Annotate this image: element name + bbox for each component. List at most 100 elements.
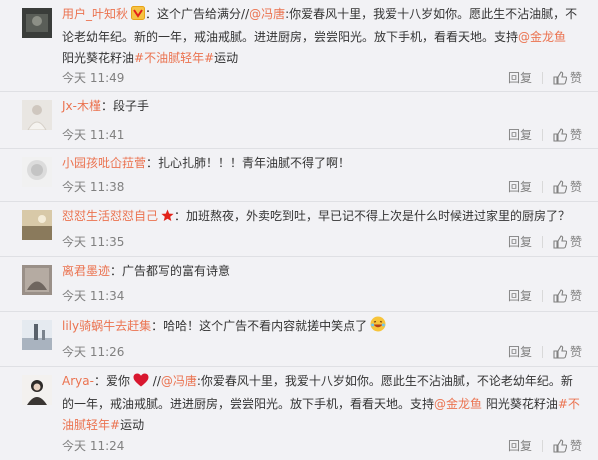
comment-username[interactable]: 小园孩吡仚菈菅: [62, 156, 146, 170]
comment-text: 段子手: [113, 99, 150, 113]
comment-actions: 回复 赞: [508, 69, 582, 87]
comment-meta: 今天 11:34 回复 赞: [62, 287, 582, 305]
comment-content: Arya-：爱你 //@冯唐:你爱春风十里，我爱十八岁如你。愿此生不沾油腻，不论…: [62, 371, 580, 436]
comment-content: 离君墨迹：广告都写的富有诗意: [62, 261, 580, 282]
like-label: 赞: [569, 345, 582, 359]
comment-meta: 今天 11:24 回复 赞: [62, 437, 582, 455]
comment-text: //: [148, 374, 161, 388]
like-button[interactable]: 赞: [553, 233, 582, 251]
comment-item: Jx-木槿：段子手 今天 11:41 回复 赞: [0, 92, 598, 149]
reply-button[interactable]: 回复: [508, 233, 532, 251]
comment-meta: 今天 11:38 回复 赞: [62, 178, 582, 196]
thumbs-up-icon: [553, 128, 567, 142]
divider: [541, 346, 543, 358]
comment-username[interactable]: lily骑蜗牛去赶集: [62, 319, 151, 333]
comment-list: 用户_叶知秋 ：这个广告给满分//@冯唐:你爱春风十里，我爱十八岁如你。愿此生不沾…: [0, 0, 598, 460]
comment-text: 广告都写的富有诗意: [122, 264, 231, 278]
comment-username[interactable]: 离君墨迹: [62, 264, 110, 278]
laughing-emoji-icon: [370, 316, 386, 339]
hashtag-link[interactable]: #不油腻轻年#: [134, 51, 214, 65]
reply-button[interactable]: 回复: [508, 437, 532, 455]
comment-text: 阳光葵花籽油: [62, 51, 135, 65]
comment-time: 今天 11:41: [62, 128, 125, 142]
comment-actions: 回复 赞: [508, 343, 582, 361]
divider: [541, 72, 543, 84]
comment-time: 今天 11:34: [62, 289, 125, 303]
comment-separator: ：: [145, 7, 158, 21]
thumbs-up-icon: [553, 180, 567, 194]
mention-link[interactable]: @冯唐: [161, 374, 197, 388]
like-button[interactable]: 赞: [553, 178, 582, 196]
avatar[interactable]: [22, 100, 52, 130]
comment-time: 今天 11:49: [62, 71, 125, 85]
heart-icon: [133, 373, 149, 394]
comment-username[interactable]: Arya-: [62, 374, 94, 388]
comment-username[interactable]: 怼怼生活怼怼自己: [62, 209, 158, 223]
comment-text: 运动: [120, 418, 145, 432]
divider: [541, 440, 543, 452]
like-label: 赞: [569, 289, 582, 303]
comment-content: 小园孩吡仚菈菅：扎心扎肺！！！青年油腻不得了啊！: [62, 153, 580, 174]
divider: [541, 236, 543, 248]
avatar[interactable]: [22, 8, 52, 38]
comment-text: 扎心扎肺！！！青年油腻不得了啊！: [158, 156, 351, 170]
thumbs-up-icon: [553, 289, 567, 303]
thumbs-up-icon: [553, 71, 567, 85]
comment-separator: ：: [100, 99, 113, 113]
comment-actions: 回复 赞: [508, 178, 582, 196]
comment-time: 今天 11:38: [62, 180, 125, 194]
comment-text: 阳光葵花籽油: [482, 397, 558, 411]
comment-actions: 回复 赞: [508, 437, 582, 455]
comment-separator: ：: [151, 319, 164, 333]
like-label: 赞: [569, 439, 582, 453]
like-button[interactable]: 赞: [553, 343, 582, 361]
divider: [541, 181, 543, 193]
reply-button[interactable]: 回复: [508, 343, 532, 361]
avatar[interactable]: [22, 375, 52, 405]
comment-username[interactable]: 用户_叶知秋: [62, 7, 128, 21]
like-button[interactable]: 赞: [553, 287, 582, 305]
reply-button[interactable]: 回复: [508, 69, 532, 87]
avatar[interactable]: [22, 157, 52, 187]
reply-button[interactable]: 回复: [508, 178, 532, 196]
like-button[interactable]: 赞: [553, 69, 582, 87]
thumbs-up-icon: [553, 345, 567, 359]
like-label: 赞: [569, 128, 582, 142]
comment-meta: 今天 11:26 回复 赞: [62, 343, 582, 361]
comment-item: 用户_叶知秋 ：这个广告给满分//@冯唐:你爱春风十里，我爱十八岁如你。愿此生不沾…: [0, 0, 598, 92]
comment-item: 小园孩吡仚菈菅：扎心扎肺！！！青年油腻不得了啊！ 今天 11:38 回复 赞: [0, 149, 598, 202]
divider: [541, 290, 543, 302]
comment-content: lily骑蜗牛去赶集：哈哈！这个广告不看内容就搓中笑点了: [62, 316, 580, 339]
comment-meta: 今天 11:35 回复 赞: [62, 233, 582, 251]
comment-item: 怼怼生活怼怼自己 ：加班熬夜，外卖吃到吐，早已记不得上次是什么时候进过家里的厨房了…: [0, 202, 598, 257]
comment-item: 离君墨迹：广告都写的富有诗意 今天 11:34 回复 赞: [0, 257, 598, 312]
reply-button[interactable]: 回复: [508, 287, 532, 305]
avatar[interactable]: [22, 210, 52, 240]
like-button[interactable]: 赞: [553, 437, 582, 455]
comment-item: Arya-：爱你 //@冯唐:你爱春风十里，我爱十八岁如你。愿此生不沾油腻，不论…: [0, 367, 598, 460]
reply-button[interactable]: 回复: [508, 126, 532, 144]
comment-meta: 今天 11:41 回复 赞: [62, 126, 582, 144]
comment-time: 今天 11:24: [62, 439, 125, 453]
like-button[interactable]: 赞: [553, 126, 582, 144]
comment-separator: ：: [146, 156, 159, 170]
mention-link[interactable]: @冯唐: [249, 7, 285, 21]
comment-time: 今天 11:26: [62, 345, 125, 359]
thumbs-up-icon: [553, 235, 567, 249]
avatar[interactable]: [22, 320, 52, 350]
comment-actions: 回复 赞: [508, 287, 582, 305]
comment-content: 怼怼生活怼怼自己 ：加班熬夜，外卖吃到吐，早已记不得上次是什么时候进过家里的厨房了…: [62, 206, 580, 229]
comment-item: lily骑蜗牛去赶集：哈哈！这个广告不看内容就搓中笑点了 今天 11:26 回复…: [0, 312, 598, 367]
star-icon: [161, 208, 174, 229]
comment-text: 爱你: [105, 374, 130, 388]
divider: [541, 129, 543, 141]
comment-username[interactable]: Jx-木槿: [62, 99, 101, 113]
mention-link[interactable]: @金龙鱼: [518, 30, 566, 44]
avatar[interactable]: [22, 265, 52, 295]
comment-time: 今天 11:35: [62, 235, 125, 249]
comment-separator: ：: [110, 264, 123, 278]
like-label: 赞: [569, 235, 582, 249]
comment-separator: ：: [174, 209, 187, 223]
mention-link[interactable]: @金龙鱼: [434, 397, 482, 411]
vip-badge-icon: [131, 6, 146, 27]
